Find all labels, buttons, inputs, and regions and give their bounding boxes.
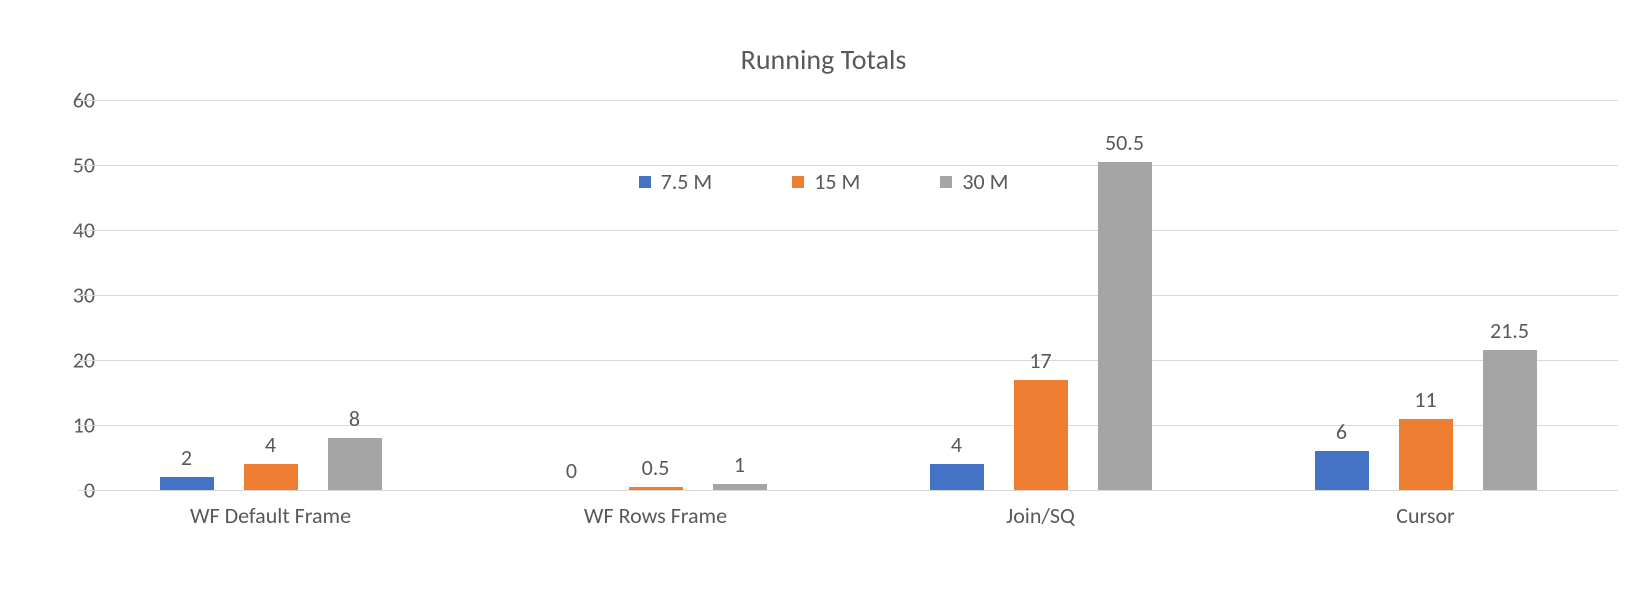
bar [244, 464, 298, 490]
bar-value-label: 0 [566, 457, 577, 484]
gridline [78, 295, 1618, 296]
x-tick-label: Cursor [1396, 502, 1454, 529]
plot-area: 2 4 8 0 0.5 1 4 17 50.5 6 11 21.5 [78, 100, 1618, 491]
legend-swatch-icon [940, 176, 952, 188]
bar [1399, 419, 1453, 491]
x-tick-label: Join/SQ [1006, 502, 1075, 529]
chart-title: Running Totals [0, 42, 1647, 77]
bar [1098, 162, 1152, 490]
x-tick-label: WF Default Frame [190, 502, 351, 529]
legend-label: 15 M [814, 168, 860, 195]
bar-value-label: 4 [265, 431, 276, 458]
bar [1315, 451, 1369, 490]
legend-item: 15 M [792, 168, 860, 195]
bar [930, 464, 984, 490]
bar-value-label: 1 [734, 451, 745, 478]
gridline [78, 360, 1618, 361]
legend-swatch-icon [639, 176, 651, 188]
gridline [78, 230, 1618, 231]
bar [160, 477, 214, 490]
bar [1014, 380, 1068, 491]
bar [1483, 350, 1537, 490]
bar [328, 438, 382, 490]
bar-value-label: 11 [1414, 386, 1436, 413]
bar-value-label: 4 [951, 431, 962, 458]
chart-container: Running Totals 0102030405060 24800.51417… [0, 0, 1647, 611]
legend: 7.5 M 15 M 30 M [0, 168, 1647, 195]
bar-value-label: 17 [1029, 347, 1051, 374]
bar-value-label: 2 [181, 444, 192, 471]
legend-label: 30 M [962, 168, 1008, 195]
x-tick-label: WF Rows Frame [584, 502, 727, 529]
legend-swatch-icon [792, 176, 804, 188]
gridline [78, 165, 1618, 166]
bar-value-label: 0.5 [642, 454, 670, 481]
legend-item: 30 M [940, 168, 1008, 195]
gridline [78, 100, 1618, 101]
bar-value-label: 50.5 [1105, 129, 1144, 156]
bar-value-label: 21.5 [1490, 317, 1529, 344]
bar [629, 487, 683, 490]
legend-label: 7.5 M [661, 168, 713, 195]
legend-item: 7.5 M [639, 168, 713, 195]
bar [713, 484, 767, 491]
gridline [78, 425, 1618, 426]
bar-value-label: 6 [1336, 418, 1347, 445]
bar-value-label: 8 [349, 405, 360, 432]
